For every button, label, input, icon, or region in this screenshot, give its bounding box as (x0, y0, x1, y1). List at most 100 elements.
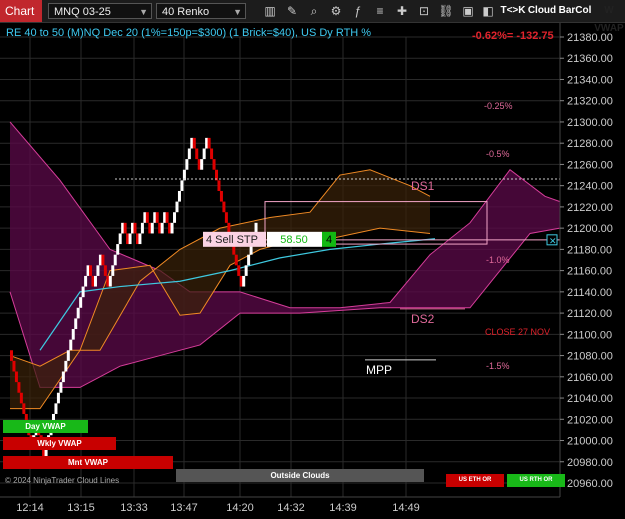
renko-brick (89, 265, 93, 276)
price-tick-label: 21160.00 (567, 266, 612, 278)
wvwap-button[interactable]: W VWAP (593, 2, 625, 34)
wkly-vwap-label: Wkly VWAP (3, 437, 116, 450)
mnt-vwap-label: Mnt VWAP (3, 456, 173, 469)
price-tick-label: 21000.00 (567, 436, 613, 448)
order-type-label: 4 Sell STP (206, 234, 258, 246)
price-tick-label: 21300.00 (567, 117, 613, 129)
renko-brick (81, 286, 85, 298)
renko-brick (118, 233, 122, 245)
order-qty-value: 4 (326, 234, 332, 246)
renko-brick (96, 265, 100, 276)
renko-brick (207, 137, 211, 149)
time-tick-label: 14:39 (329, 502, 357, 514)
tk-button[interactable]: T<>K (500, 2, 526, 20)
renko-brick (160, 222, 164, 234)
indicator-icon[interactable]: ƒ (350, 3, 366, 19)
order-pnl-value: 58.50 (280, 234, 308, 246)
ds1-label: DS1 (411, 179, 435, 193)
renko-brick (111, 265, 115, 276)
renko-brick (59, 382, 63, 393)
renko-brick (54, 403, 58, 414)
price-tick-label: 21080.00 (567, 351, 613, 363)
barcol-button[interactable]: BarCol (558, 2, 592, 20)
time-tick-label: 14:32 (277, 502, 305, 514)
renko-brick (212, 159, 216, 170)
close-order-glyph: ✕ (549, 236, 557, 246)
renko-brick (113, 254, 117, 266)
price-tick-label: 21200.00 (567, 223, 613, 235)
renko-brick (237, 265, 241, 276)
price-tick-label: 20960.00 (567, 478, 613, 490)
renko-brick (74, 318, 78, 330)
strategy-icon[interactable]: ≡ (372, 3, 388, 19)
renko-brick (222, 201, 226, 213)
renko-brick (145, 212, 149, 223)
renko-brick (79, 297, 83, 308)
renko-brick (19, 392, 23, 404)
lock-icon[interactable]: ⊡ (416, 3, 432, 19)
renko-brick (195, 148, 199, 160)
renko-brick (177, 190, 181, 202)
renko-brick (108, 275, 112, 287)
time-tick-label: 13:33 (120, 502, 148, 514)
bar-type-select[interactable]: 40 Renko ▼ (156, 3, 246, 19)
renko-brick (170, 222, 174, 234)
bar-chart-icon[interactable]: ▥ (262, 3, 278, 19)
pct-level-label: -1.5% (486, 361, 510, 371)
renko-brick (175, 201, 179, 213)
price-tick-label: 20980.00 (567, 457, 613, 469)
renko-brick (155, 212, 159, 223)
renko-brick (180, 180, 184, 191)
day-vwap-label: Day VWAP (3, 420, 88, 433)
price-tick-label: 21240.00 (567, 181, 613, 193)
renko-brick (185, 159, 189, 170)
renko-brick (17, 382, 21, 393)
data-box-icon[interactable]: ◧ (480, 3, 496, 19)
renko-brick (140, 222, 144, 234)
renko-brick (56, 392, 60, 404)
instrument-select[interactable]: MNQ 03-25 ▼ (48, 3, 152, 19)
window-icon[interactable]: ▣ (460, 3, 476, 19)
pct-level-label: -0.25% (484, 101, 513, 111)
renko-brick (138, 233, 142, 245)
price-tick-label: 21280.00 (567, 138, 613, 150)
settings-icon[interactable]: ⚙ (328, 3, 344, 19)
crosshair-icon[interactable]: ✚ (394, 3, 410, 19)
zoom-icon[interactable]: ⌕ (306, 3, 322, 19)
link-icon[interactable]: ⛓ (438, 3, 454, 19)
renko-brick (150, 222, 154, 234)
pnl-readout: -0.62%= -132.75 (472, 30, 554, 42)
instrument-value: MNQ 03-25 (54, 6, 111, 18)
renko-brick (244, 265, 248, 276)
renko-brick (61, 371, 65, 383)
renko-brick (123, 222, 127, 234)
chart-tab[interactable]: Chart (0, 0, 42, 22)
price-tick-label: 21360.00 (567, 53, 613, 65)
price-tick-label: 21260.00 (567, 159, 613, 171)
renko-brick (202, 148, 206, 160)
price-tick-label: 21180.00 (567, 244, 612, 256)
renko-brick (217, 180, 221, 191)
price-tick-label: 21220.00 (567, 202, 613, 214)
renko-brick (103, 265, 107, 276)
us-rth-or-label: US RTH OR (507, 474, 565, 487)
cloud-button[interactable]: Cloud (527, 2, 557, 20)
copyright-label: © 2024 NinjaTrader Cloud Lines (5, 476, 120, 485)
price-tick-label: 21120.00 (567, 308, 612, 320)
pencil-icon[interactable]: ✎ (284, 3, 300, 19)
renko-brick (76, 307, 80, 319)
renko-brick (219, 190, 223, 202)
renko-brick (93, 275, 97, 287)
renko-brick (165, 212, 169, 223)
bar-type-value: 40 Renko (162, 6, 210, 18)
renko-brick (234, 254, 238, 266)
price-tick-label: 21140.00 (567, 287, 612, 299)
time-tick-label: 13:15 (67, 502, 95, 514)
renko-brick (69, 339, 73, 351)
mpp-label: MPP (366, 363, 392, 377)
pct-level-label: -1.0% (486, 255, 510, 265)
renko-brick (84, 275, 88, 287)
renko-brick (14, 371, 18, 383)
renko-brick (116, 244, 120, 255)
renko-brick (187, 148, 191, 160)
